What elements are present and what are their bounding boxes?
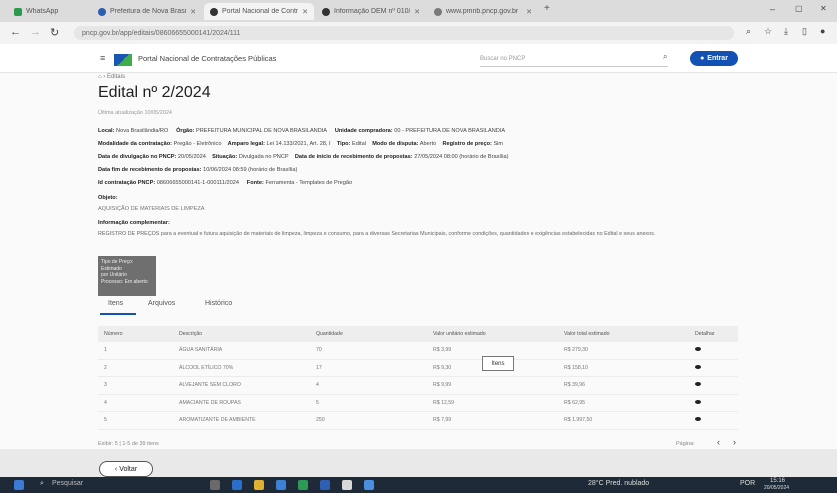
table-header-row: Número Descrição Quantidade Valor unitár… (98, 326, 738, 342)
whatsapp-icon (14, 7, 22, 16)
meta-row-2: Modalidade da contratação: Pregão - Elet… (98, 141, 504, 147)
objeto-label: Objeto: (98, 195, 118, 201)
info-label: Informação complementar: (98, 220, 170, 226)
pncp-logo[interactable] (114, 53, 132, 71)
eye-icon[interactable] (695, 382, 701, 387)
tab-prefeitura[interactable]: Prefeitura de Nova Brasilândia✕ (92, 3, 202, 20)
word-icon[interactable] (320, 480, 330, 490)
folder-icon[interactable] (254, 480, 264, 490)
page-label: Página: (676, 441, 695, 447)
search-input[interactable]: Buscar no PNCP (480, 52, 668, 67)
windows-start-icon[interactable] (14, 480, 24, 490)
weather-status[interactable]: 28°C Pred. nublado (588, 480, 649, 487)
store-icon[interactable] (276, 480, 286, 490)
tooltip: Itens (482, 356, 514, 371)
column-header: Detalhar (689, 326, 738, 342)
pagination-summary: Exibir: 5 | 1-5 de 39 itens (98, 441, 159, 447)
column-header[interactable]: Quantidade (310, 326, 427, 342)
tab-historico[interactable]: Histórico (205, 300, 232, 307)
info-value: REGISTRO DE PREÇOS para a eventual e fut… (98, 231, 656, 237)
next-page-button[interactable]: › (733, 437, 736, 447)
user-icon: ● (700, 55, 705, 62)
task-view-icon[interactable] (210, 480, 220, 490)
document-thumbnail[interactable]: Tipo de Preço: Estimado por Unitário Pro… (98, 256, 156, 296)
table-row: 5 AROMATIZANTE DE AMBIENTE 250 R$ 7,99 R$ 1.… (98, 411, 738, 430)
tab-pmnb[interactable]: www.pmnb.pncp.gov.br ✕ (428, 3, 538, 20)
close-icon[interactable]: ✕ (190, 8, 196, 16)
download-icon[interactable]: ⤓ (784, 26, 788, 37)
tab-arquivos[interactable]: Arquivos (148, 300, 175, 307)
app-icon[interactable] (364, 480, 374, 490)
tab-portal-pncp[interactable]: Portal Nacional de Contratações✕ (204, 3, 314, 20)
taskbar-search[interactable]: Pesquisar (52, 480, 83, 487)
chrome-icon[interactable] (342, 480, 352, 490)
eye-icon[interactable] (695, 347, 701, 352)
table-row: 1 ÁGUA SANITÁRIA 70 R$ 3,99 R$ 279,30 (98, 342, 738, 360)
minimize-button[interactable]: – (770, 4, 775, 14)
tab-informacao[interactable]: Informação DEM nº 010/✕ (316, 3, 426, 20)
last-update: Última atualização 10/05/2024 (98, 110, 172, 116)
eye-icon[interactable] (695, 364, 701, 369)
edge-icon[interactable] (232, 480, 242, 490)
clock-time[interactable]: 15:16 (770, 478, 785, 484)
column-header[interactable]: Valor unitário estimado (427, 326, 558, 342)
sidebar-icon[interactable]: ▯ (802, 26, 807, 37)
eye-icon[interactable] (695, 399, 701, 404)
items-table: Número Descrição Quantidade Valor unitár… (98, 326, 738, 430)
meta-row-1: Local: Nova Brasilândia/RO Órgão: PREFEI… (98, 128, 506, 134)
close-icon[interactable]: ✕ (302, 8, 308, 16)
search-icon[interactable]: ⌕ (40, 480, 44, 488)
maximize-button[interactable]: ▢ (795, 4, 803, 13)
breadcrumb: ⌂ › Editais (98, 74, 125, 80)
site-name: Portal Nacional de Contratações Públicas (138, 54, 277, 63)
meta-row-5: Id contratação PNCP: 08606655000141-1-00… (98, 180, 353, 186)
column-header[interactable]: Número (98, 326, 173, 342)
new-tab-button[interactable]: + (544, 3, 550, 14)
back-icon[interactable]: ← (10, 26, 21, 38)
prev-page-button[interactable]: ‹ (717, 437, 720, 447)
table-row: 4 AMACIANTE DE ROUPAS 5 R$ 12,59 R$ 62,95 (98, 394, 738, 412)
language-indicator[interactable]: POR (740, 480, 755, 487)
site-icon (210, 7, 218, 16)
close-icon[interactable]: ✕ (526, 8, 532, 16)
objeto-value: AQUISIÇÃO DE MATERIAIS DE LIMPEZA (98, 206, 205, 212)
search-icon[interactable]: ⌕ (663, 52, 667, 62)
menu-icon[interactable]: ≡ (100, 53, 105, 63)
clock-date[interactable]: 20/05/2024 (764, 485, 789, 491)
eye-icon[interactable] (695, 417, 701, 422)
site-icon (98, 7, 106, 16)
reload-icon[interactable]: ↻ (50, 26, 59, 39)
taskbar: ⌕ Pesquisar 28°C Pred. nublado POR 15:16… (0, 477, 837, 493)
column-header[interactable]: Valor total estimado (558, 326, 689, 342)
site-icon (322, 7, 330, 16)
meta-row-4: Data fim de recebimento de propostas: 10… (98, 167, 298, 173)
close-icon[interactable]: ✕ (414, 8, 420, 16)
star-icon[interactable]: ☆ (764, 26, 772, 37)
table-row: 2 ÁLCOOL ETÍLICO 70% 17 R$ 9,30 R$ 158,10 (98, 359, 738, 377)
address-bar[interactable]: pncp.gov.br/app/editais/08606655000141/2… (74, 26, 734, 40)
close-window-button[interactable]: ✕ (820, 4, 827, 13)
tab-active-indicator (100, 313, 136, 315)
meta-row-3: Data de divulgação no PNCP: 20/05/2024 S… (98, 154, 509, 160)
page-title: Edital nº 2/2024 (98, 84, 211, 101)
browser-tab-strip: WhatsApp Prefeitura de Nova Brasilândia✕… (0, 0, 837, 22)
tab-itens[interactable]: Itens (108, 300, 123, 307)
column-header[interactable]: Descrição (173, 326, 310, 342)
zoom-icon[interactable]: ⌕ (746, 26, 751, 37)
excel-icon[interactable] (298, 480, 308, 490)
forward-icon[interactable]: → (30, 26, 41, 38)
table-row: 3 ALVEJANTE SEM CLORO 4 R$ 9,99 R$ 39,96 (98, 376, 738, 395)
profile-icon[interactable]: ● (820, 26, 825, 36)
back-button[interactable]: ‹ Voltar (99, 461, 153, 477)
tab-whatsapp[interactable]: WhatsApp (8, 3, 90, 20)
home-icon[interactable]: ⌂ (98, 74, 102, 80)
enter-button[interactable]: ● Entrar (690, 51, 738, 66)
site-icon (434, 7, 442, 16)
